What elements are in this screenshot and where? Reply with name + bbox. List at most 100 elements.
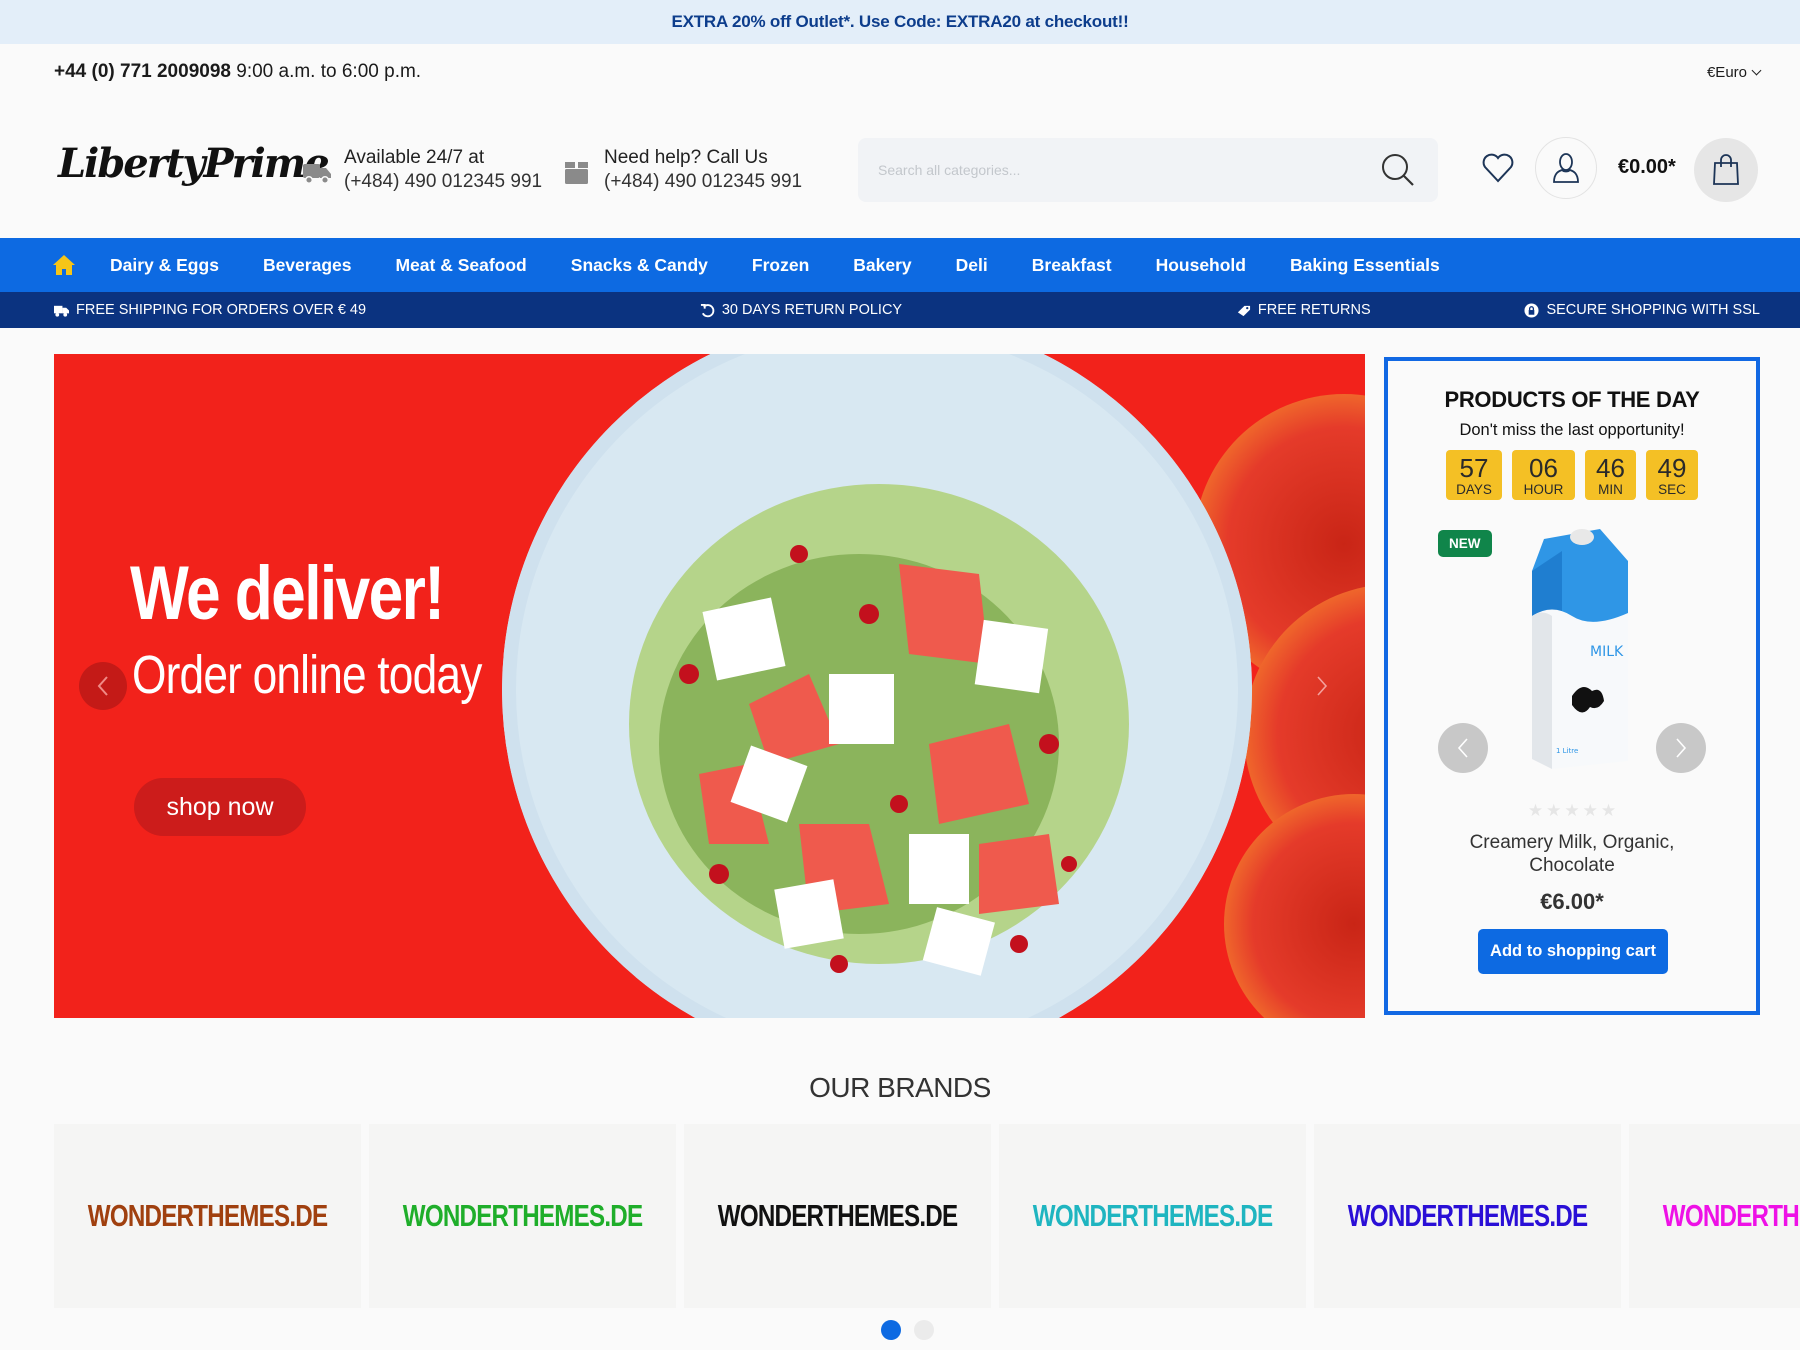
phone-number: +44 (0) 771 2009098: [54, 61, 231, 82]
nav-item-frozen[interactable]: Frozen: [752, 255, 809, 276]
star-icon: ★: [1527, 801, 1544, 820]
help-info: Need help? Call Us (+484) 490 012345 991: [562, 146, 802, 194]
countdown-hours: 06 HOUR: [1512, 450, 1575, 500]
truck-icon: [303, 164, 331, 185]
nav-item-dairy-eggs[interactable]: Dairy & Eggs: [110, 255, 219, 276]
countdown-value: 46: [1596, 453, 1625, 483]
currency-selector[interactable]: €Euro: [1706, 63, 1762, 81]
nav-item-beverages[interactable]: Beverages: [263, 255, 352, 276]
chevron-left-icon: [1457, 738, 1468, 758]
account-button[interactable]: [1535, 137, 1597, 199]
brand-logo-text: WONDERTHEMES.DE: [1348, 1198, 1588, 1233]
hero-headline: We deliver!: [130, 551, 445, 636]
brand-logo-text: WONDERTHEMES.DE: [1663, 1198, 1800, 1233]
wishlist-button[interactable]: [1478, 148, 1518, 188]
brands-pagination: [881, 1320, 934, 1340]
usp-label: FREE RETURNS: [1257, 302, 1371, 318]
carton-volume: 1 Litre: [1556, 747, 1578, 755]
pagination-dot[interactable]: [914, 1320, 934, 1340]
usp-free-shipping: FREE SHIPPING FOR ORDERS OVER € 49: [54, 302, 366, 318]
star-icon: ★: [1564, 801, 1580, 820]
countdown-unit: DAYS: [1456, 482, 1492, 497]
shopping-bag-icon: [1713, 154, 1739, 185]
help-line1: Need help? Call Us: [604, 147, 768, 168]
brand-logo-text: WONDERTHEMES.DE: [717, 1198, 958, 1233]
usp-secure-shopping: SECURE SHOPPING WITH SSL: [1524, 302, 1760, 318]
brand-card[interactable]: WONDERTHEMES.DE: [1314, 1124, 1622, 1308]
product-rating: ★ ★ ★ ★ ★: [1388, 801, 1756, 821]
usp-label: SECURE SHOPPING WITH SSL: [1546, 302, 1760, 318]
truck-icon: [54, 305, 69, 317]
brand-card[interactable]: WONDERTHEMES.DE: [369, 1124, 677, 1308]
usp-free-returns: FREE RETURNS: [1236, 302, 1371, 318]
box-icon: [565, 162, 588, 184]
heart-icon: [1482, 153, 1514, 183]
search-input[interactable]: [878, 162, 1378, 178]
logo[interactable]: LibertyPrime: [58, 140, 330, 187]
nav-item-household[interactable]: Household: [1156, 255, 1246, 276]
delivery-info: Available 24/7 at (+484) 490 012345 991: [302, 146, 542, 194]
cart-total[interactable]: €0.00*: [1618, 156, 1676, 179]
countdown-value: 49: [1657, 453, 1687, 483]
nav-item-bakery[interactable]: Bakery: [853, 255, 911, 276]
brand-logo-text: WONDERTHEMES.DE: [87, 1198, 328, 1233]
product-name[interactable]: Creamery Milk, Organic, Chocolate: [1388, 831, 1756, 877]
product-prev-button[interactable]: [1438, 723, 1488, 773]
user-icon: [1553, 153, 1579, 183]
new-badge: NEW: [1438, 530, 1492, 557]
nav-item-deli[interactable]: Deli: [956, 255, 988, 276]
product-price: €6.00*: [1540, 889, 1604, 914]
star-icon: ★: [1546, 801, 1562, 820]
add-to-cart-button[interactable]: Add to shopping cart: [1478, 929, 1668, 974]
chevron-right-icon: [1676, 738, 1687, 758]
usp-label: FREE SHIPPING FOR ORDERS OVER € 49: [76, 302, 367, 318]
delivery-phone: (+484) 490 012345 991: [344, 171, 543, 192]
chevron-down-icon: [1751, 65, 1762, 75]
brand-card[interactable]: WONDERTHEMES.DE: [1629, 1124, 1800, 1308]
main-navigation: Dairy & Eggs Beverages Meat & Seafood Sn…: [0, 238, 1800, 292]
contact-info: +44 (0) 771 2009098 9:00 a.m. to 6:00 p.…: [54, 61, 421, 83]
nav-item-meat-seafood[interactable]: Meat & Seafood: [395, 255, 526, 276]
product-next-button[interactable]: [1656, 723, 1706, 773]
home-icon[interactable]: [52, 254, 76, 276]
countdown-unit: MIN: [1598, 482, 1623, 497]
nav-item-snacks-candy[interactable]: Snacks & Candy: [571, 255, 708, 276]
nav-item-breakfast[interactable]: Breakfast: [1032, 255, 1112, 276]
brand-logo-text: WONDERTHEMES.DE: [402, 1198, 643, 1233]
hero-prev-button[interactable]: [79, 662, 127, 710]
nav-item-baking-essentials[interactable]: Baking Essentials: [1290, 255, 1440, 276]
search-icon[interactable]: [1378, 150, 1418, 190]
return-icon: [700, 303, 715, 317]
hero-salad-image: [629, 484, 1129, 976]
opening-hours: 9:00 a.m. to 6:00 p.m.: [236, 61, 422, 82]
star-icon: ★: [1600, 801, 1617, 820]
brands-title: OUR BRANDS: [809, 1072, 991, 1103]
promo-banner: EXTRA 20% off Outlet*. Use Code: EXTRA20…: [0, 0, 1800, 44]
search-bar: [858, 138, 1438, 202]
panel-title: PRODUCTS OF THE DAY: [1444, 387, 1700, 412]
countdown-days: 57 DAYS: [1446, 450, 1502, 500]
milk-carton-image[interactable]: MILK 1 Litre: [1522, 521, 1632, 771]
lock-icon: [1524, 302, 1539, 318]
brand-card[interactable]: WONDERTHEMES.DE: [999, 1124, 1307, 1308]
chevron-left-icon: [97, 676, 108, 696]
brand-card[interactable]: WONDERTHEMES.DE: [54, 1124, 362, 1308]
hero-slider: We deliver! Order online today shop now: [54, 354, 1365, 1018]
help-phone: (+484) 490 012345 991: [604, 171, 803, 192]
shop-now-button[interactable]: shop now: [134, 778, 306, 836]
delivery-line1: Available 24/7 at: [344, 147, 485, 168]
usp-bar: FREE SHIPPING FOR ORDERS OVER € 49 30 DA…: [0, 292, 1800, 328]
currency-label: €Euro: [1706, 63, 1747, 81]
pagination-dot[interactable]: [881, 1320, 901, 1340]
chevron-right-icon: [1317, 676, 1328, 696]
products-of-the-day: PRODUCTS OF THE DAY Don't miss the last …: [1384, 357, 1760, 1015]
hero-next-button[interactable]: [1302, 666, 1342, 706]
countdown-unit: SEC: [1658, 482, 1686, 497]
brand-card[interactable]: WONDERTHEMES.DE: [684, 1124, 992, 1308]
countdown-value: 06: [1529, 453, 1558, 483]
hero-orange-slice: [1224, 794, 1365, 1018]
panel-subtitle: Don't miss the last opportunity!: [1459, 421, 1685, 439]
star-icon: ★: [1582, 801, 1598, 820]
countdown-unit: HOUR: [1523, 482, 1564, 497]
cart-button[interactable]: [1694, 138, 1758, 202]
